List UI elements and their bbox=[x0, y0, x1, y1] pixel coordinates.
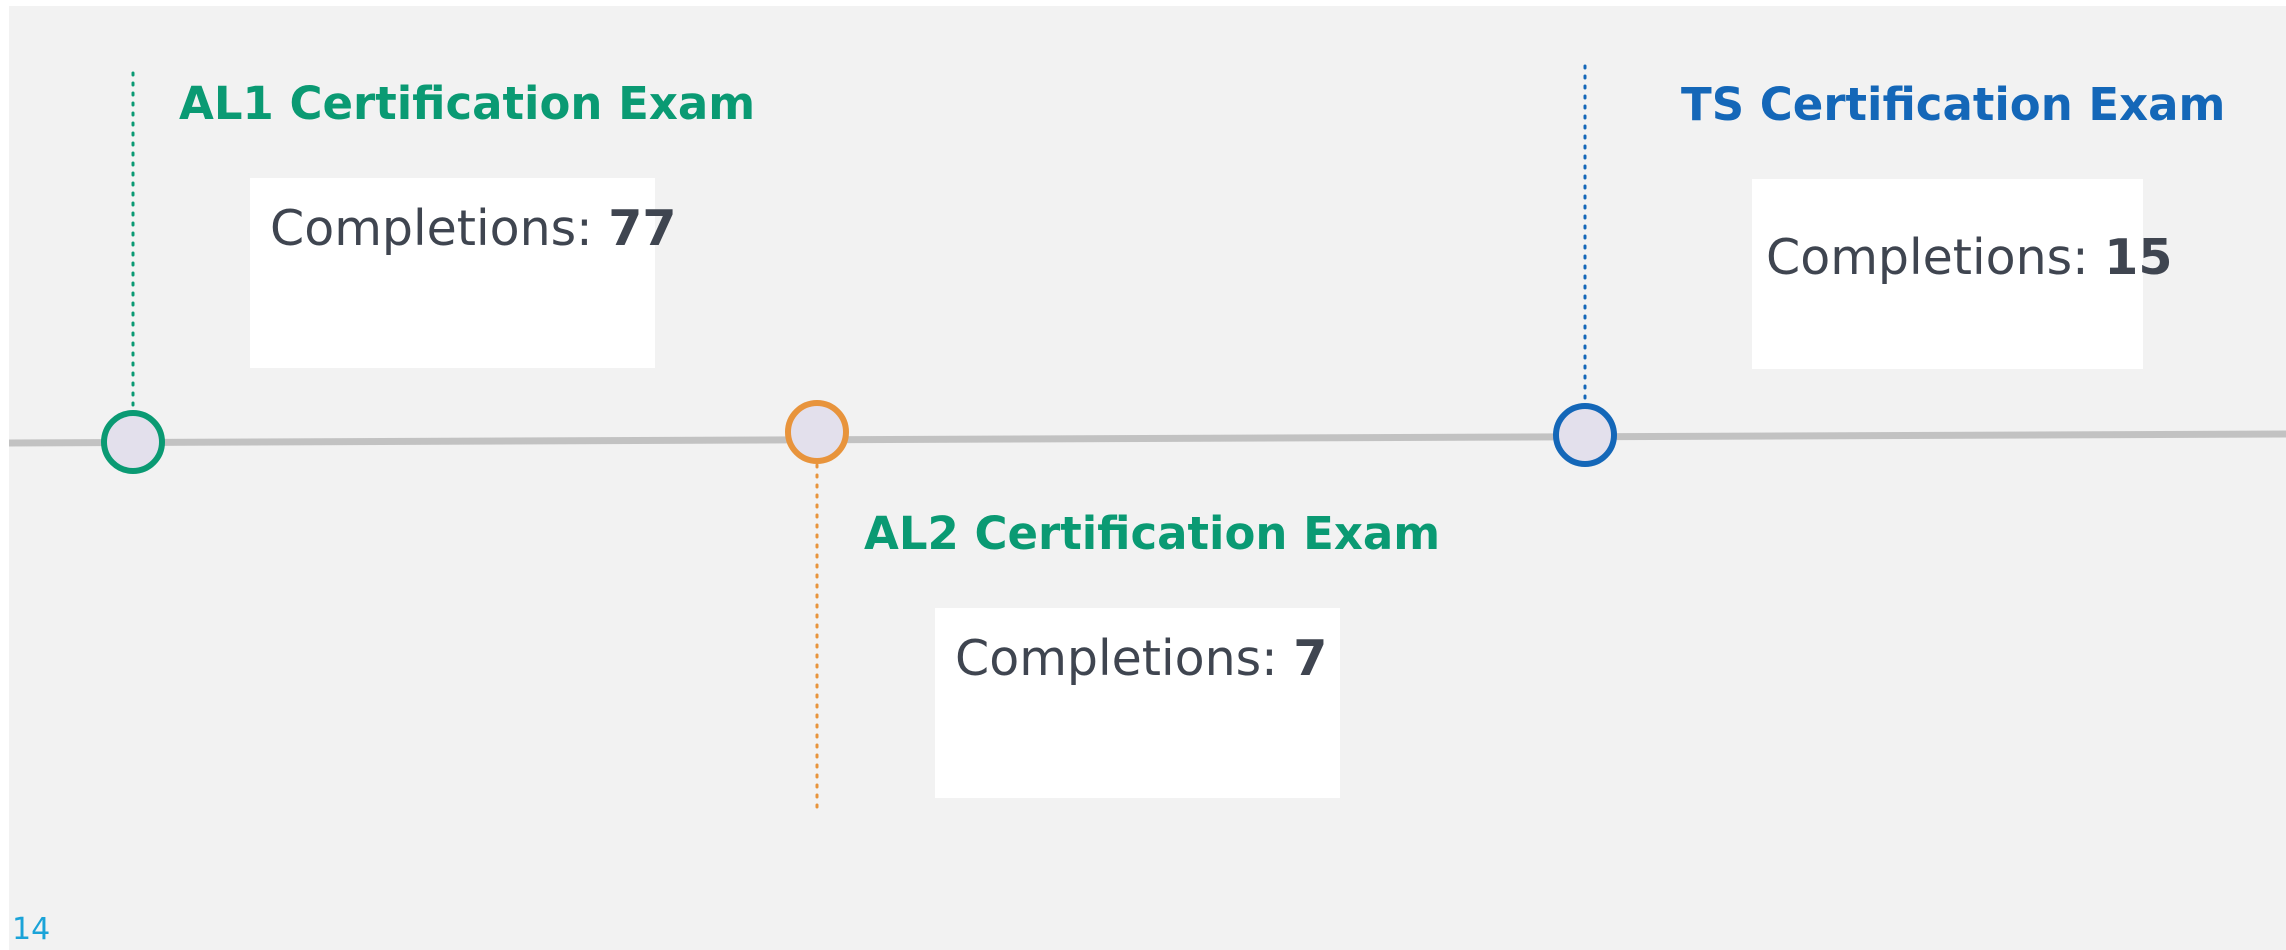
completions-value-al1: 77 bbox=[608, 200, 677, 257]
completions-text-al2: Completions: 7 bbox=[955, 634, 1327, 683]
page-number: 14 bbox=[12, 912, 51, 947]
completions-card-ts: Completions: 15 bbox=[1752, 179, 2172, 369]
milestone-title-ts: TS Certification Exam bbox=[1681, 78, 2226, 131]
completions-value-ts: 15 bbox=[2104, 229, 2173, 286]
completions-value-al2: 7 bbox=[1293, 630, 1328, 687]
completions-label: Completions: bbox=[1766, 229, 2089, 286]
completions-label: Completions: bbox=[270, 200, 593, 257]
milestone-title-al1: AL1 Certification Exam bbox=[179, 77, 756, 130]
milestone-node-al2[interactable] bbox=[785, 400, 849, 464]
completions-text-al1: Completions: 77 bbox=[270, 204, 676, 253]
completions-text-ts: Completions: 15 bbox=[1766, 233, 2172, 282]
milestone-node-al1[interactable] bbox=[101, 410, 165, 474]
slide: AL1 Certification Exam Completions: 77 A… bbox=[9, 6, 2286, 950]
completions-label: Completions: bbox=[955, 630, 1278, 687]
timeline-axis bbox=[9, 430, 2286, 447]
completions-card-al2: Completions: 7 bbox=[935, 608, 1340, 798]
milestone-node-ts[interactable] bbox=[1553, 403, 1617, 467]
milestone-title-al2: AL2 Certification Exam bbox=[864, 507, 1441, 560]
completions-card-al1: Completions: 77 bbox=[250, 178, 676, 368]
timeline-graphic bbox=[9, 64, 2286, 816]
